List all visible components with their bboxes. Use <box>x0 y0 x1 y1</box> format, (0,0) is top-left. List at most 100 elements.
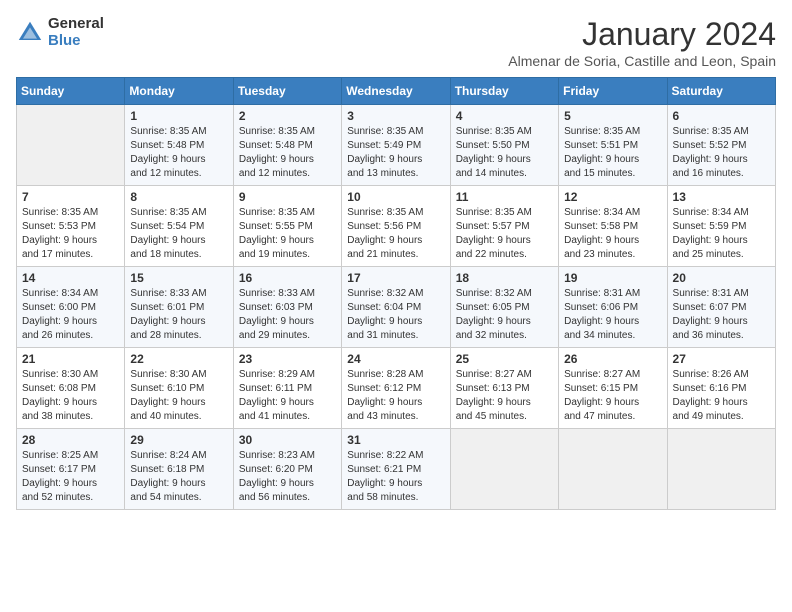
day-info: Sunrise: 8:34 AM Sunset: 6:00 PM Dayligh… <box>22 287 119 343</box>
title-block: January 2024 Almenar de Soria, Castille … <box>508 16 776 69</box>
day-number: 13 <box>673 190 770 204</box>
calendar-table: SundayMondayTuesdayWednesdayThursdayFrid… <box>16 77 776 510</box>
day-number: 12 <box>564 190 661 204</box>
weekday-header-tuesday: Tuesday <box>233 78 341 105</box>
day-number: 14 <box>22 271 119 285</box>
day-number: 20 <box>673 271 770 285</box>
day-info: Sunrise: 8:35 AM Sunset: 5:55 PM Dayligh… <box>239 206 336 262</box>
day-info: Sunrise: 8:31 AM Sunset: 6:07 PM Dayligh… <box>673 287 770 343</box>
day-number: 9 <box>239 190 336 204</box>
day-number: 31 <box>347 433 444 447</box>
weekday-header-friday: Friday <box>559 78 667 105</box>
day-number: 25 <box>456 352 553 366</box>
calendar-cell: 7Sunrise: 8:35 AM Sunset: 5:53 PM Daylig… <box>17 186 125 267</box>
day-number: 11 <box>456 190 553 204</box>
calendar-cell: 25 Sunrise: 8:27 AM Sunset: 6:13 PM Dayli… <box>450 348 558 429</box>
week-row-1: 1 Sunrise: 8:35 AM Sunset: 5:48 PM Daylig… <box>17 105 776 186</box>
day-info: Sunrise: 8:30 AM Sunset: 6:10 PM Dayligh… <box>130 368 227 424</box>
day-info: Sunrise: 8:32 AM Sunset: 6:05 PM Dayligh… <box>456 287 553 343</box>
calendar-cell: 30 Sunrise: 8:23 AM Sunset: 6:20 PM Dayli… <box>233 429 341 510</box>
calendar-cell: 17 Sunrise: 8:32 AM Sunset: 6:04 PM Dayli… <box>342 267 450 348</box>
calendar-cell: 12 Sunrise: 8:34 AM Sunset: 5:58 PM Dayli… <box>559 186 667 267</box>
day-info: Sunrise: 8:35 AM Sunset: 5:48 PM Dayligh… <box>239 125 336 181</box>
calendar-cell: 15Sunrise: 8:33 AM Sunset: 6:01 PM Dayli… <box>125 267 233 348</box>
calendar-cell: 10Sunrise: 8:35 AM Sunset: 5:56 PM Dayli… <box>342 186 450 267</box>
day-info: Sunrise: 8:34 AM Sunset: 5:58 PM Dayligh… <box>564 206 661 262</box>
day-number: 18 <box>456 271 553 285</box>
day-info: Sunrise: 8:30 AM Sunset: 6:08 PM Dayligh… <box>22 368 119 424</box>
calendar-cell: 13 Sunrise: 8:34 AM Sunset: 5:59 PM Dayli… <box>667 186 775 267</box>
day-info: Sunrise: 8:27 AM Sunset: 6:13 PM Dayligh… <box>456 368 553 424</box>
day-number: 8 <box>130 190 227 204</box>
day-info: Sunrise: 8:23 AM Sunset: 6:20 PM Dayligh… <box>239 449 336 505</box>
day-info: Sunrise: 8:35 AM Sunset: 5:51 PM Dayligh… <box>564 125 661 181</box>
day-number: 29 <box>130 433 227 447</box>
calendar-cell: 20 Sunrise: 8:31 AM Sunset: 6:07 PM Dayli… <box>667 267 775 348</box>
calendar-cell: 4 Sunrise: 8:35 AM Sunset: 5:50 PM Daylig… <box>450 105 558 186</box>
calendar-cell: 31 Sunrise: 8:22 AM Sunset: 6:21 PM Dayli… <box>342 429 450 510</box>
calendar-cell: 3Sunrise: 8:35 AM Sunset: 5:49 PM Daylig… <box>342 105 450 186</box>
day-info: Sunrise: 8:27 AM Sunset: 6:15 PM Dayligh… <box>564 368 661 424</box>
month-title: January 2024 <box>508 16 776 53</box>
calendar-cell: 19 Sunrise: 8:31 AM Sunset: 6:06 PM Dayli… <box>559 267 667 348</box>
day-info: Sunrise: 8:35 AM Sunset: 5:54 PM Dayligh… <box>130 206 227 262</box>
day-info: Sunrise: 8:22 AM Sunset: 6:21 PM Dayligh… <box>347 449 444 505</box>
day-number: 5 <box>564 109 661 123</box>
day-number: 19 <box>564 271 661 285</box>
day-info: Sunrise: 8:35 AM Sunset: 5:53 PM Dayligh… <box>22 206 119 262</box>
calendar-cell <box>17 105 125 186</box>
logo-text: General Blue <box>48 16 104 49</box>
day-info: Sunrise: 8:35 AM Sunset: 5:50 PM Dayligh… <box>456 125 553 181</box>
calendar-cell: 26 Sunrise: 8:27 AM Sunset: 6:15 PM Dayli… <box>559 348 667 429</box>
day-number: 23 <box>239 352 336 366</box>
day-number: 3 <box>347 109 444 123</box>
day-info: Sunrise: 8:26 AM Sunset: 6:16 PM Dayligh… <box>673 368 770 424</box>
day-info: Sunrise: 8:33 AM Sunset: 6:03 PM Dayligh… <box>239 287 336 343</box>
page-header: General Blue January 2024 Almenar de Sor… <box>16 16 776 69</box>
calendar-cell: 27 Sunrise: 8:26 AM Sunset: 6:16 PM Dayli… <box>667 348 775 429</box>
day-number: 6 <box>673 109 770 123</box>
calendar-cell: 6 Sunrise: 8:35 AM Sunset: 5:52 PM Daylig… <box>667 105 775 186</box>
day-number: 21 <box>22 352 119 366</box>
day-info: Sunrise: 8:32 AM Sunset: 6:04 PM Dayligh… <box>347 287 444 343</box>
day-number: 2 <box>239 109 336 123</box>
day-info: Sunrise: 8:35 AM Sunset: 5:52 PM Dayligh… <box>673 125 770 181</box>
day-info: Sunrise: 8:29 AM Sunset: 6:11 PM Dayligh… <box>239 368 336 424</box>
location-subtitle: Almenar de Soria, Castille and Leon, Spa… <box>508 53 776 69</box>
day-number: 26 <box>564 352 661 366</box>
calendar-cell: 18 Sunrise: 8:32 AM Sunset: 6:05 PM Dayli… <box>450 267 558 348</box>
day-number: 28 <box>22 433 119 447</box>
calendar-cell: 5 Sunrise: 8:35 AM Sunset: 5:51 PM Daylig… <box>559 105 667 186</box>
day-number: 1 <box>130 109 227 123</box>
day-number: 24 <box>347 352 444 366</box>
week-row-3: 14 Sunrise: 8:34 AM Sunset: 6:00 PM Dayli… <box>17 267 776 348</box>
logo-icon <box>16 19 44 47</box>
weekday-header-saturday: Saturday <box>667 78 775 105</box>
calendar-cell: 16 Sunrise: 8:33 AM Sunset: 6:03 PM Dayli… <box>233 267 341 348</box>
calendar-cell: 9 Sunrise: 8:35 AM Sunset: 5:55 PM Daylig… <box>233 186 341 267</box>
day-number: 30 <box>239 433 336 447</box>
day-number: 27 <box>673 352 770 366</box>
day-info: Sunrise: 8:34 AM Sunset: 5:59 PM Dayligh… <box>673 206 770 262</box>
calendar-cell: 2 Sunrise: 8:35 AM Sunset: 5:48 PM Daylig… <box>233 105 341 186</box>
weekday-header-thursday: Thursday <box>450 78 558 105</box>
calendar-cell: 8 Sunrise: 8:35 AM Sunset: 5:54 PM Daylig… <box>125 186 233 267</box>
day-number: 4 <box>456 109 553 123</box>
day-number: 22 <box>130 352 227 366</box>
day-number: 17 <box>347 271 444 285</box>
day-number: 16 <box>239 271 336 285</box>
day-info: Sunrise: 8:31 AM Sunset: 6:06 PM Dayligh… <box>564 287 661 343</box>
calendar-cell: 24Sunrise: 8:28 AM Sunset: 6:12 PM Dayli… <box>342 348 450 429</box>
calendar-cell <box>667 429 775 510</box>
day-info: Sunrise: 8:25 AM Sunset: 6:17 PM Dayligh… <box>22 449 119 505</box>
weekday-header-sunday: Sunday <box>17 78 125 105</box>
calendar-cell <box>559 429 667 510</box>
logo-general: General <box>48 16 104 33</box>
day-number: 15 <box>130 271 227 285</box>
weekday-header-wednesday: Wednesday <box>342 78 450 105</box>
calendar-cell: 29Sunrise: 8:24 AM Sunset: 6:18 PM Dayli… <box>125 429 233 510</box>
week-row-2: 7Sunrise: 8:35 AM Sunset: 5:53 PM Daylig… <box>17 186 776 267</box>
calendar-cell: 22 Sunrise: 8:30 AM Sunset: 6:10 PM Dayli… <box>125 348 233 429</box>
week-row-4: 21 Sunrise: 8:30 AM Sunset: 6:08 PM Dayli… <box>17 348 776 429</box>
calendar-cell <box>450 429 558 510</box>
